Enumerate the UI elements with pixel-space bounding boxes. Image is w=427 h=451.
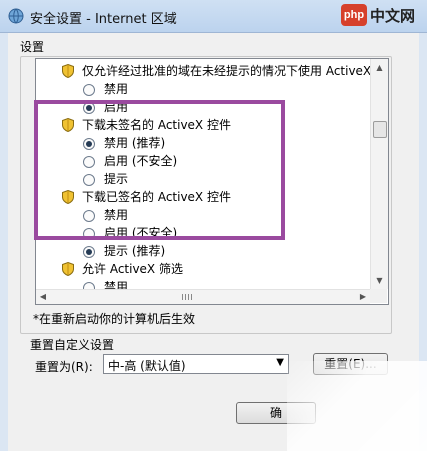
scroll-down-icon[interactable]: ▼ — [371, 272, 388, 289]
shield-icon — [62, 262, 74, 276]
setting-heading: 允许 ActiveX 筛选 — [36, 260, 183, 278]
setting-label: 禁用 — [104, 280, 129, 289]
horizontal-scrollbar[interactable]: ◀ ▶ — [36, 289, 370, 304]
setting-heading: 仅允许经过批准的域在未经提示的情况下使用 ActiveX — [36, 62, 370, 80]
chevron-down-icon[interactable]: ▼ — [276, 357, 284, 368]
settings-group-label: 设置 — [20, 40, 45, 54]
restart-note: *在重新启动你的计算机后生效 — [33, 312, 196, 326]
blur-overlay — [287, 361, 427, 451]
scroll-corner — [370, 289, 387, 303]
watermark-text: 中文网 — [370, 7, 416, 25]
scroll-up-icon[interactable]: ▲ — [371, 59, 388, 76]
title-bar: 安全设置 - Internet 区域 php 中文网 — [0, 0, 427, 33]
radio-button[interactable] — [83, 84, 95, 96]
setting-label: 仅允许经过批准的域在未经提示的情况下使用 ActiveX — [82, 64, 370, 78]
reset-level-select[interactable]: 中-高 (默认值) ▼ — [103, 354, 289, 374]
reset-to-label: 重置为(R): — [35, 360, 93, 374]
setting-label: 禁用 — [104, 82, 129, 96]
vertical-scrollbar[interactable]: ▲ ▼ — [370, 59, 388, 289]
setting-label: 允许 ActiveX 筛选 — [82, 262, 183, 276]
reset-group-label: 重置自定义设置 — [30, 338, 115, 352]
scroll-left-icon[interactable]: ◀ — [36, 290, 50, 304]
scroll-right-icon[interactable]: ▶ — [356, 290, 370, 304]
radio-button[interactable] — [83, 282, 95, 289]
setting-option[interactable]: 提示 (推荐) — [36, 242, 165, 260]
radio-button[interactable] — [83, 246, 95, 258]
watermark-badge: php — [341, 4, 367, 26]
setting-label: 提示 (推荐) — [104, 244, 166, 258]
reset-level-value: 中-高 (默认值) — [108, 359, 186, 373]
globe-icon — [8, 8, 24, 24]
shield-icon — [62, 64, 74, 78]
scroll-thumb[interactable] — [373, 121, 387, 138]
scroll-grip-icon[interactable] — [182, 294, 194, 300]
window-title: 安全设置 - Internet 区域 — [30, 12, 177, 27]
watermark-logo: php 中文网 — [341, 2, 421, 28]
annotation-highlight-box — [34, 100, 285, 240]
setting-option[interactable]: 禁用 — [36, 278, 128, 289]
setting-option[interactable]: 禁用 — [36, 80, 128, 98]
